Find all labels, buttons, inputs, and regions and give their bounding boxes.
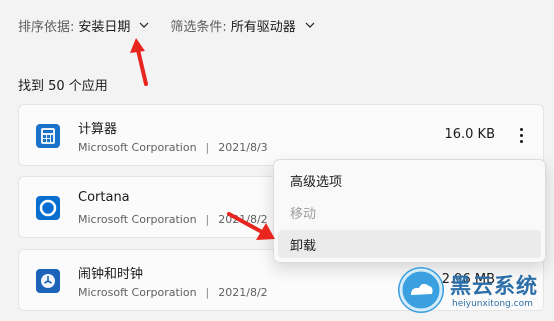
meta-separator: | [205, 141, 210, 154]
app-name: Cortana [78, 190, 130, 205]
app-row-calculator[interactable]: 计算器 Microsoft Corporation | 2021/8/3 16.0 … [18, 104, 544, 166]
sort-value: 安装日期 [78, 19, 131, 35]
sort-dropdown[interactable]: 排序依据: 安装日期 [18, 16, 150, 35]
watermark-text: 黑云系统 [450, 274, 538, 298]
alarm-clock-icon [36, 269, 60, 293]
app-meta: Microsoft Corporation | 2021/8/3 [78, 141, 268, 154]
watermark-logo: 黑云系统 heiyunxitong.com [398, 267, 548, 317]
menu-item-advanced-options[interactable]: 高级选项 [278, 166, 541, 194]
app-publisher: Microsoft Corporation [78, 286, 197, 299]
app-name: 闹钟和时钟 [78, 267, 144, 282]
result-count: 找到 50 个应用 [18, 79, 108, 94]
app-size: 16.0 KB [444, 127, 495, 142]
app-publisher: Microsoft Corporation [78, 213, 197, 226]
annotation-arrow-up [130, 38, 148, 86]
filter-dropdown[interactable]: 筛选条件: 所有驱动器 [170, 16, 315, 35]
app-date: 2021/8/2 [218, 213, 268, 226]
meta-separator: | [205, 286, 210, 299]
watermark-url: heiyunxitong.com [452, 299, 533, 309]
calculator-icon [36, 124, 60, 148]
sort-label: 排序依据: [18, 19, 75, 35]
app-meta: Microsoft Corporation | 2021/8/2 [78, 213, 268, 226]
menu-item-move: 移动 [290, 206, 317, 222]
filter-bar: 排序依据: 安装日期 筛选条件: 所有驱动器 [18, 13, 316, 37]
cloud-logo-icon [398, 267, 444, 313]
filter-value: 所有驱动器 [230, 19, 296, 35]
chevron-down-icon [139, 22, 149, 28]
app-publisher: Microsoft Corporation [78, 141, 197, 154]
menu-item-uninstall[interactable]: 卸载 [278, 230, 541, 258]
chevron-down-icon [305, 22, 315, 28]
app-date: 2021/8/2 [218, 286, 268, 299]
cortana-icon [36, 196, 60, 220]
app-name: 计算器 [78, 122, 118, 137]
app-date: 2021/8/3 [218, 141, 268, 154]
context-menu: 高级选项 移动 卸载 [273, 159, 546, 263]
more-options-button[interactable] [513, 123, 529, 147]
app-meta: Microsoft Corporation | 2021/8/2 [78, 286, 268, 299]
meta-separator: | [205, 213, 210, 226]
filter-label: 筛选条件: [170, 19, 227, 35]
